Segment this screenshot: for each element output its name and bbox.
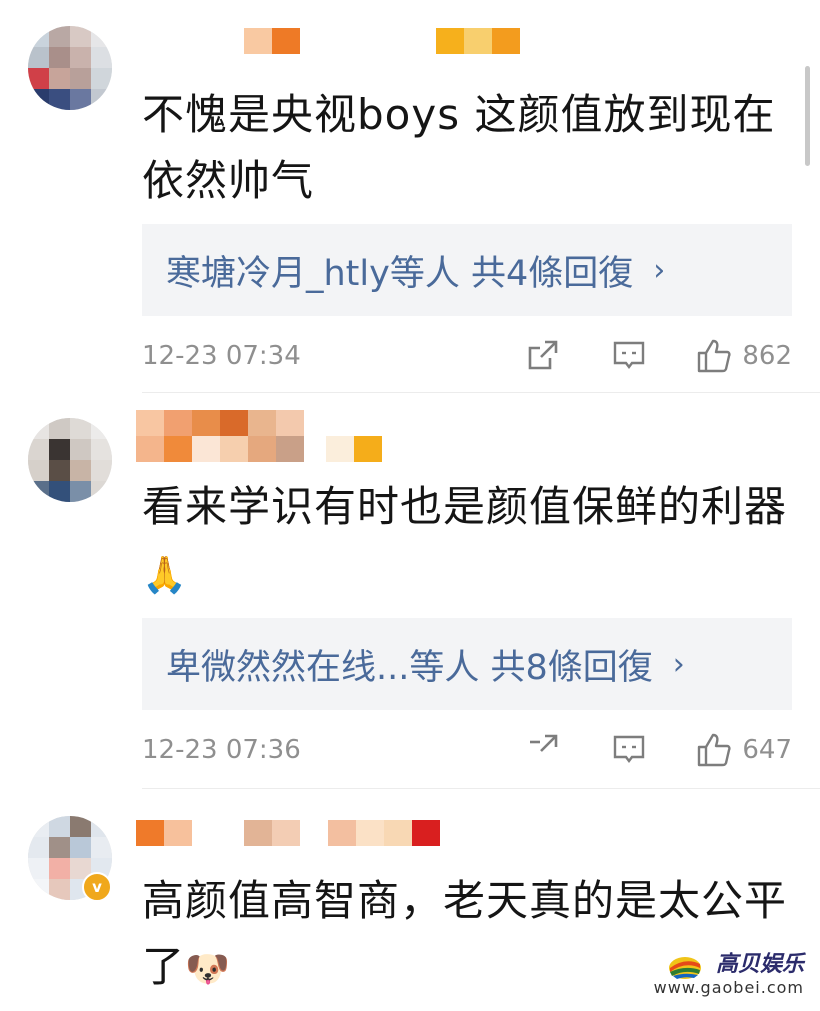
watermark: 高贝娱乐 www.gaobei.com	[654, 946, 804, 997]
comment-icon[interactable]	[612, 732, 646, 766]
reply-summary-text: 卑微然然在线...等人 共8條回復	[166, 647, 653, 688]
username[interactable]	[136, 410, 304, 436]
reply-summary-link[interactable]: 卑微然然在线...等人 共8條回復 ›	[142, 618, 792, 710]
reply-summary-link[interactable]: 寒塘冷月_htly等人 共4條回復 ›	[142, 224, 792, 316]
avatar[interactable]	[28, 418, 112, 502]
username-line2	[136, 436, 304, 462]
username-part	[244, 820, 300, 846]
chevron-right-icon: ›	[672, 646, 685, 682]
comment-meta: 12-23 07:34 862	[142, 336, 792, 376]
share-icon[interactable]	[526, 338, 560, 372]
chevron-right-icon: ›	[653, 252, 666, 288]
doge-emoji: 🐶	[185, 949, 231, 990]
username-badge	[328, 820, 440, 846]
share-icon[interactable]	[526, 732, 560, 766]
scrollbar[interactable]	[805, 66, 810, 166]
username-badge	[326, 436, 382, 462]
reply-summary-text: 寒塘冷月_htly等人 共4條回復	[166, 253, 634, 294]
username[interactable]	[244, 28, 300, 54]
comment-time: 12-23 07:36	[142, 735, 301, 765]
like-count: 647	[742, 735, 792, 765]
watermark-title: 高贝娱乐	[715, 952, 804, 977]
divider	[142, 392, 820, 393]
watermark-url: www.gaobei.com	[653, 978, 804, 997]
like-icon[interactable]	[696, 338, 732, 374]
verified-badge-icon: v	[82, 872, 112, 902]
comment-text: 看来学识有时也是颜值保鲜的利器🙏	[142, 482, 788, 596]
comment-time: 12-23 07:34	[142, 341, 301, 371]
username[interactable]	[136, 820, 192, 846]
like-icon[interactable]	[696, 732, 732, 768]
like-count: 862	[742, 341, 792, 371]
divider	[142, 788, 820, 789]
pray-emoji: 🙏	[142, 555, 188, 596]
avatar[interactable]	[28, 26, 112, 110]
comment-text: 不愧是央视boys 这颜值放到现在依然帅气	[142, 90, 776, 205]
username-badge	[436, 28, 520, 54]
comment-icon[interactable]	[612, 338, 646, 372]
comment-meta: 12-23 07:36 647	[142, 730, 792, 770]
